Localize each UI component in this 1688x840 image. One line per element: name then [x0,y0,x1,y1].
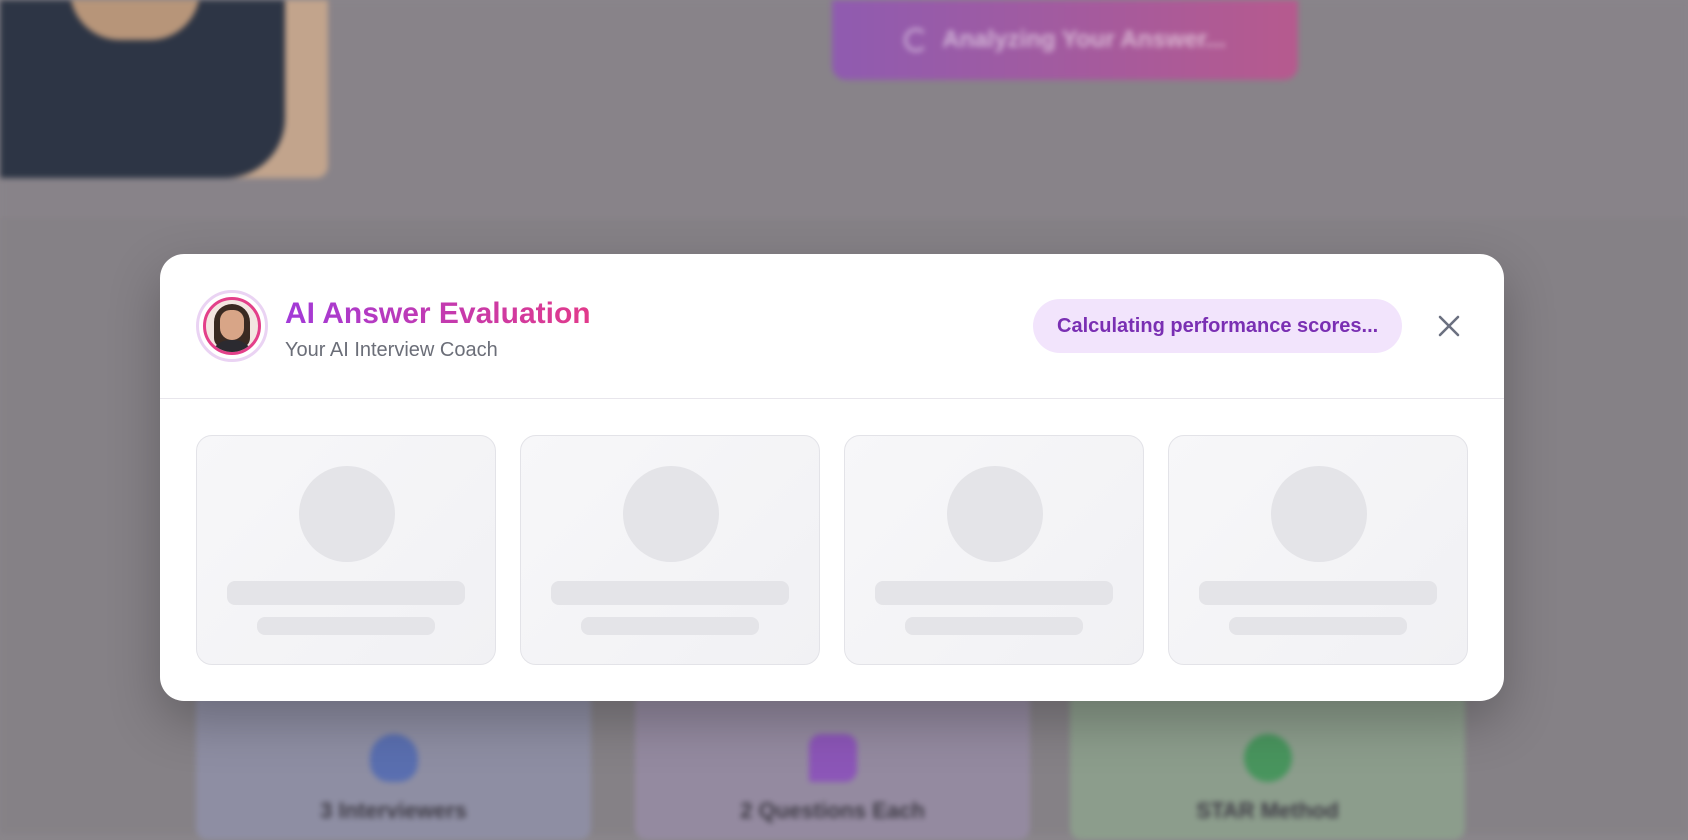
feature-label: 3 Interviewers [320,798,467,823]
skeleton-circle [947,466,1043,562]
skeleton-line [227,581,465,605]
star-method-icon [1243,734,1292,782]
score-cards [196,435,1468,665]
analyze-button-label: Analyzing Your Answer... [942,26,1226,53]
coach-avatar [203,297,261,355]
evaluation-modal: AI Answer Evaluation Your AI Interview C… [160,254,1504,701]
score-card-skeleton [520,435,820,665]
modal-header: AI Answer Evaluation Your AI Interview C… [160,254,1504,399]
skeleton-circle [1271,466,1367,562]
close-icon [1438,315,1460,337]
skeleton-line [257,617,435,635]
avatar-face [220,310,244,340]
feature-card-questions: 2 Questions Each [635,690,1030,840]
feature-label: STAR Method [1196,798,1339,823]
status-badge: Calculating performance scores... [1033,299,1403,353]
analyze-button[interactable]: Analyzing Your Answer... [832,0,1298,80]
score-card-skeleton [844,435,1144,665]
skeleton-line [1229,617,1407,635]
chat-bubble-icon [808,734,857,782]
interviewer-video [0,0,328,178]
close-button[interactable] [1431,308,1467,344]
skeleton-line [551,581,789,605]
skeleton-line [875,581,1113,605]
skeleton-line [1199,581,1437,605]
skeleton-circle [299,466,395,562]
skeleton-line [905,617,1083,635]
interviewers-icon [369,734,418,782]
spinner-icon [904,28,929,52]
feature-card-interviewers: 3 Interviewers [196,690,591,840]
feature-label: 2 Questions Each [740,798,925,823]
modal-title: AI Answer Evaluation [285,297,591,330]
coach-avatar-ring [196,290,268,362]
score-card-skeleton [1168,435,1468,665]
modal-subtitle: Your AI Interview Coach [285,339,498,361]
score-card-skeleton [196,435,496,665]
skeleton-circle [623,466,719,562]
skeleton-line [581,617,759,635]
feature-card-star-method: STAR Method [1070,690,1465,840]
